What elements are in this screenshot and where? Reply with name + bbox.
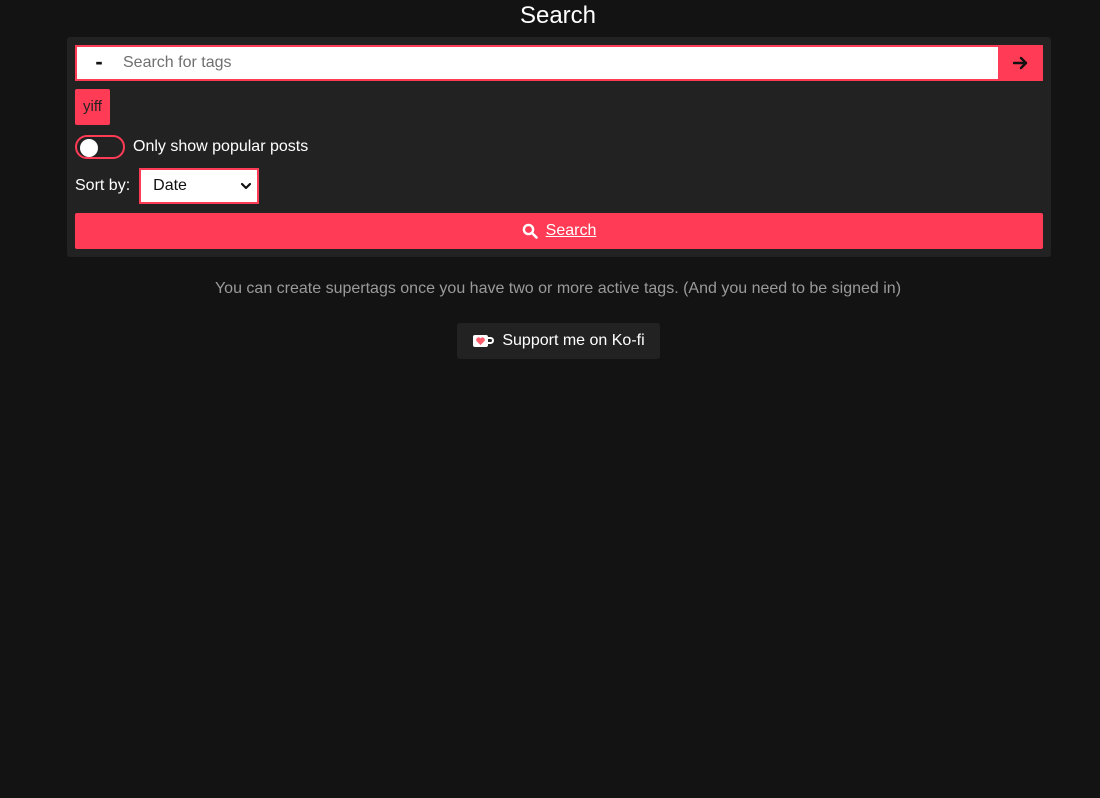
sort-selected-value: Date (153, 177, 187, 194)
tag-search-input[interactable] (121, 47, 998, 79)
sort-label: Sort by: (75, 177, 131, 194)
magnifier-icon (522, 223, 538, 239)
sort-select[interactable]: Date (139, 168, 260, 204)
toggle-knob (80, 139, 98, 157)
kofi-support-button[interactable]: Support me on Ko-fi (457, 323, 660, 359)
coffee-cup-heart-icon (473, 335, 495, 347)
search-button-label: Search (545, 222, 597, 239)
search-button[interactable]: Search (75, 213, 1043, 249)
page-title: Search (519, 2, 597, 29)
submit-tag-button[interactable] (998, 45, 1043, 81)
exclude-tag-toggle[interactable]: - (77, 47, 121, 79)
search-panel: - yiff Only show popular posts Sort by: … (67, 37, 1051, 257)
sort-row: Sort by: Date (75, 168, 260, 204)
popular-only-label: Only show popular posts (133, 138, 309, 155)
supertags-info: You can create supertags once you have t… (214, 280, 902, 297)
arrow-right-icon (1012, 56, 1027, 70)
popular-filter-row: Only show popular posts (75, 134, 308, 160)
search-field-wrapper: - (75, 45, 998, 81)
kofi-label: Support me on Ko-fi (502, 332, 645, 349)
tag-search-bar: - (75, 45, 1043, 81)
chevron-down-icon (241, 182, 252, 190)
popular-only-toggle[interactable] (75, 135, 125, 159)
active-tag-chip[interactable]: yiff (75, 89, 110, 125)
